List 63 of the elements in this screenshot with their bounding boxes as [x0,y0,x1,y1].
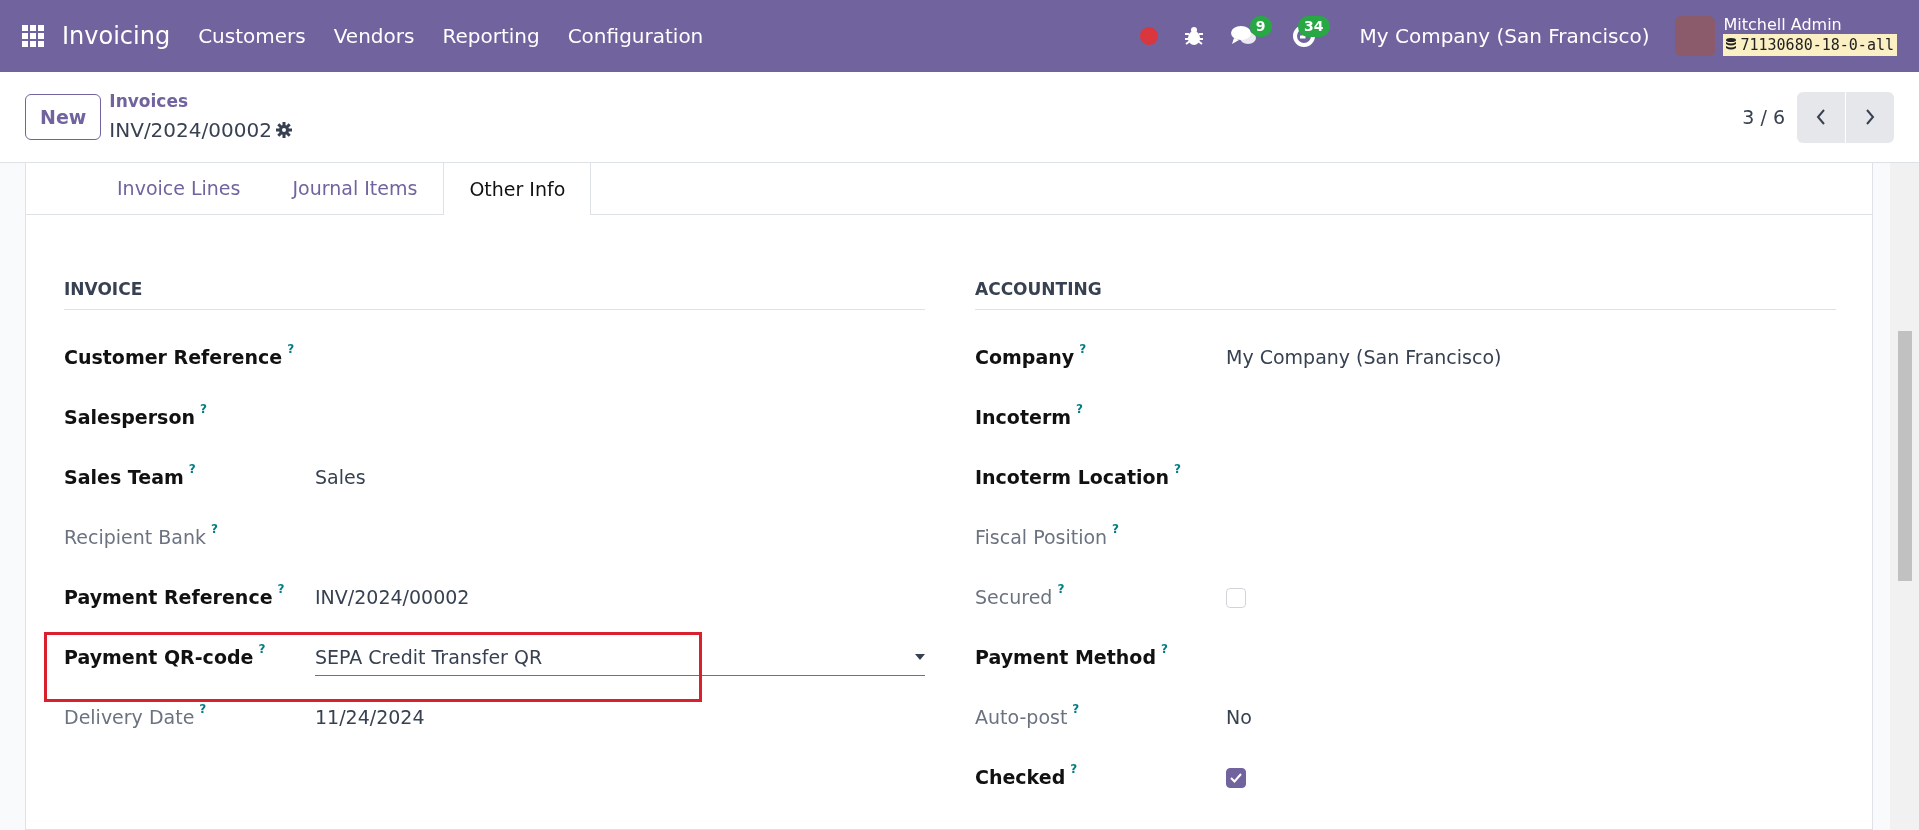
help-mark[interactable]: ? [1079,343,1087,356]
field-value: Sales [315,465,366,491]
menu-item[interactable]: Customers [184,21,320,51]
field-label: Checked [975,765,1066,791]
help-mark[interactable]: ? [211,523,218,536]
field-label: Incoterm Location [975,465,1170,491]
field-label: Payment Reference [64,585,273,611]
help-mark[interactable]: ? [1072,703,1080,716]
menu-item[interactable]: Configuration [553,21,718,51]
field-label: Payment Method [975,645,1156,671]
help-mark[interactable]: ? [1076,403,1084,416]
user-name[interactable]: Mitchell Admin [1723,15,1897,34]
select-field[interactable]: SEPA Credit Transfer QR [315,638,925,677]
field-label: Incoterm [975,405,1072,431]
apps-menu-icon[interactable] [22,25,44,47]
help-mark[interactable]: ? [199,403,207,416]
field-label: Recipient Bank [64,525,207,551]
database-badge: 71130680-18-0-all [1723,33,1897,57]
field-label: Customer Reference [64,345,283,371]
field-value: 11/24/2024 [315,705,425,731]
tab[interactable]: Invoice Lines [91,162,267,214]
gear-icon[interactable] [275,121,292,138]
field-value: INV/2024/00002 [315,585,470,611]
help-mark[interactable]: ? [277,583,285,596]
checkbox[interactable] [1226,767,1246,788]
field-label: Salesperson [64,405,195,431]
record-dot-icon[interactable] [1139,27,1158,45]
field-label: Delivery Date [64,705,195,731]
dropdown-caret-icon [915,654,925,660]
help-mark[interactable]: ? [1057,583,1065,596]
section-heading: INVOICE [64,277,925,310]
message-count: 9 [1249,16,1272,37]
app-title[interactable]: Invoicing [44,18,185,54]
help-mark[interactable]: ? [1161,643,1168,656]
menu-item[interactable]: Reporting [428,21,554,51]
field-label: Payment QR-code [64,645,254,671]
field-value: No [1226,705,1252,731]
company-switcher[interactable]: My Company (San Francisco) [1359,21,1650,51]
new-button[interactable]: New [25,93,102,141]
tab[interactable]: Other Info [443,162,592,215]
bug-icon[interactable] [1183,26,1204,46]
scrollbar[interactable] [1890,163,1919,830]
help-mark[interactable]: ? [287,343,295,356]
field-label: Fiscal Position [975,525,1108,551]
help-mark[interactable]: ? [1174,463,1182,476]
section-heading: ACCOUNTING [975,277,1836,310]
record-name: INV/2024/00002 [109,116,272,144]
field-value: My Company (San Francisco) [1226,345,1502,371]
activity-count: 34 [1298,16,1330,37]
breadcrumb-link[interactable]: Invoices [109,89,292,115]
help-mark[interactable]: ? [199,703,207,716]
field-label: Secured [975,585,1053,611]
pager-value: 3 / 6 [1742,104,1785,130]
menu-item[interactable]: Vendors [319,21,429,51]
check-icon [1230,772,1242,783]
help-mark[interactable]: ? [1070,763,1078,776]
tab[interactable]: Journal Items [266,162,444,214]
field-label: Auto-post [975,705,1068,731]
help-mark[interactable]: ? [258,643,266,656]
help-mark[interactable]: ? [1112,523,1120,536]
field-label: Company [975,345,1075,371]
help-mark[interactable]: ? [188,463,196,476]
field-label: Sales Team [64,465,184,491]
